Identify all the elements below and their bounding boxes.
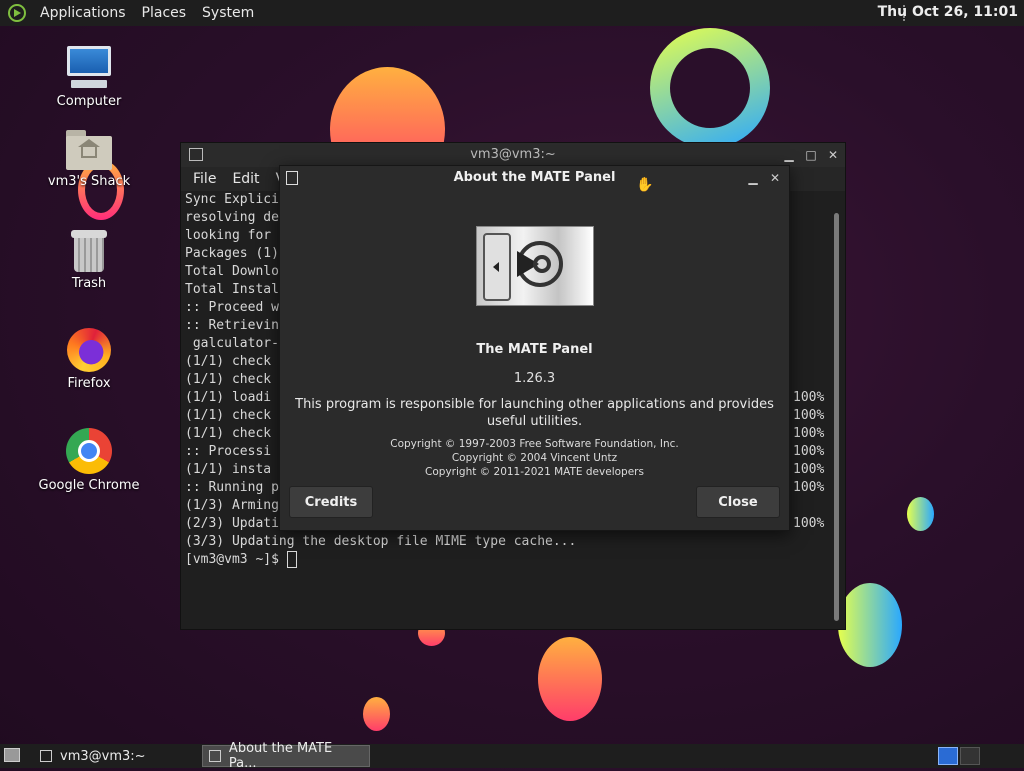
- workspace-1[interactable]: [938, 747, 958, 765]
- workspace-2[interactable]: [960, 747, 980, 765]
- terminal-titlebar[interactable]: vm3@vm3:~ ▁ □ ✕: [181, 143, 845, 167]
- maximize-button[interactable]: □: [803, 147, 819, 163]
- desktop-icon-label: Trash: [71, 276, 107, 291]
- mate-logo-icon[interactable]: [8, 4, 26, 22]
- program-description: This program is responsible for launchin…: [295, 397, 774, 429]
- terminal-cursor: [286, 551, 297, 568]
- desktop-icon-trash[interactable]: Trash: [34, 230, 144, 291]
- desktop-icon-label: Computer: [56, 94, 122, 109]
- bottom-panel: vm3@vm3:~ About the MATE Pa...: [0, 741, 1024, 771]
- hand-cursor-icon: ✋: [636, 177, 654, 193]
- terminal-title: vm3@vm3:~: [470, 147, 556, 162]
- terminal-progress-column: 100% 100% 100% 100% 100% 100% 100%: [793, 389, 824, 533]
- trash-icon: [71, 230, 107, 272]
- wallpaper-shape: [650, 28, 770, 148]
- terminal-icon: [40, 750, 52, 762]
- terminal-line: (3/3) Updating the desktop file MIME typ…: [185, 534, 577, 549]
- menu-applications[interactable]: Applications: [32, 5, 134, 21]
- copyright-line: Copyright © 1997-2003 Free Software Foun…: [390, 438, 679, 450]
- menu-file[interactable]: File: [185, 171, 224, 187]
- terminal-line: [vm3@vm3 ~]$: [185, 551, 829, 569]
- dialog-titlebar[interactable]: About the MATE Panel ▁ ✕: [280, 166, 789, 190]
- home-folder-icon: [66, 130, 112, 170]
- clock[interactable]: Thu Oct 26, 11:01: [878, 4, 1018, 20]
- desktop-icon-chrome[interactable]: Google Chrome: [34, 428, 144, 493]
- menu-places[interactable]: Places: [134, 5, 195, 21]
- terminal-percent: 100%: [793, 480, 825, 495]
- terminal-percent: 100%: [793, 390, 825, 405]
- taskbar-item-label: vm3@vm3:~: [60, 748, 146, 764]
- terminal-percent: [793, 497, 824, 515]
- chrome-icon: [66, 428, 112, 474]
- copyright-line: Copyright © 2011-2021 MATE developers: [425, 466, 644, 478]
- dialog-icon: [209, 750, 221, 762]
- wallpaper-shape: [538, 637, 602, 721]
- close-button[interactable]: Close: [696, 486, 780, 518]
- menu-edit[interactable]: Edit: [224, 171, 267, 187]
- about-dialog[interactable]: About the MATE Panel ▁ ✕ The MATE Panel …: [279, 165, 790, 531]
- taskbar-item-label: About the MATE Pa...: [228, 741, 333, 771]
- taskbar-item-terminal[interactable]: vm3@vm3:~: [34, 745, 198, 767]
- terminal-percent: 100%: [793, 462, 825, 477]
- dialog-minimize-button[interactable]: ▁: [745, 170, 761, 186]
- program-version: 1.26.3: [513, 371, 556, 386]
- desktop-icon-label: Google Chrome: [38, 478, 140, 493]
- computer-icon: [65, 46, 113, 90]
- minimize-button[interactable]: ▁: [781, 147, 797, 163]
- program-name: The MATE Panel: [476, 342, 593, 357]
- copyright-line: Copyright © 2004 Vincent Untz: [451, 452, 618, 464]
- close-button[interactable]: ✕: [825, 147, 841, 163]
- wallpaper-shape: [363, 697, 390, 731]
- show-desktop-icon[interactable]: [4, 748, 20, 762]
- copyright-block: Copyright © 1997-2003 Free Software Foun…: [280, 437, 789, 479]
- terminal-percent: 100%: [793, 444, 825, 459]
- dialog-title: About the MATE Panel: [453, 170, 616, 185]
- desktop-icon-firefox[interactable]: Firefox: [34, 328, 144, 391]
- taskbar-item-about[interactable]: About the MATE Pa...: [202, 741, 370, 771]
- desktop-icon-home[interactable]: vm3's Shack: [34, 130, 144, 189]
- desktop-icon-label: vm3's Shack: [47, 174, 131, 189]
- credits-button[interactable]: Credits: [289, 486, 373, 518]
- menu-system[interactable]: System: [194, 5, 262, 21]
- wallpaper-shape: [907, 497, 934, 531]
- terminal-percent: 100%: [793, 516, 825, 531]
- mate-panel-logo-icon: [476, 226, 594, 306]
- desktop-icon-label: Firefox: [67, 376, 111, 391]
- dialog-close-icon[interactable]: ✕: [767, 170, 783, 186]
- wallpaper-shape: [838, 583, 902, 667]
- terminal-scrollbar[interactable]: [834, 213, 839, 621]
- terminal-percent: 100%: [793, 426, 825, 441]
- terminal-percent: 100%: [793, 408, 825, 423]
- firefox-icon: [67, 328, 111, 372]
- desktop-icon-computer[interactable]: Computer: [34, 46, 144, 109]
- top-panel: Applications Places System Thu Oct 26, 1…: [0, 0, 1024, 26]
